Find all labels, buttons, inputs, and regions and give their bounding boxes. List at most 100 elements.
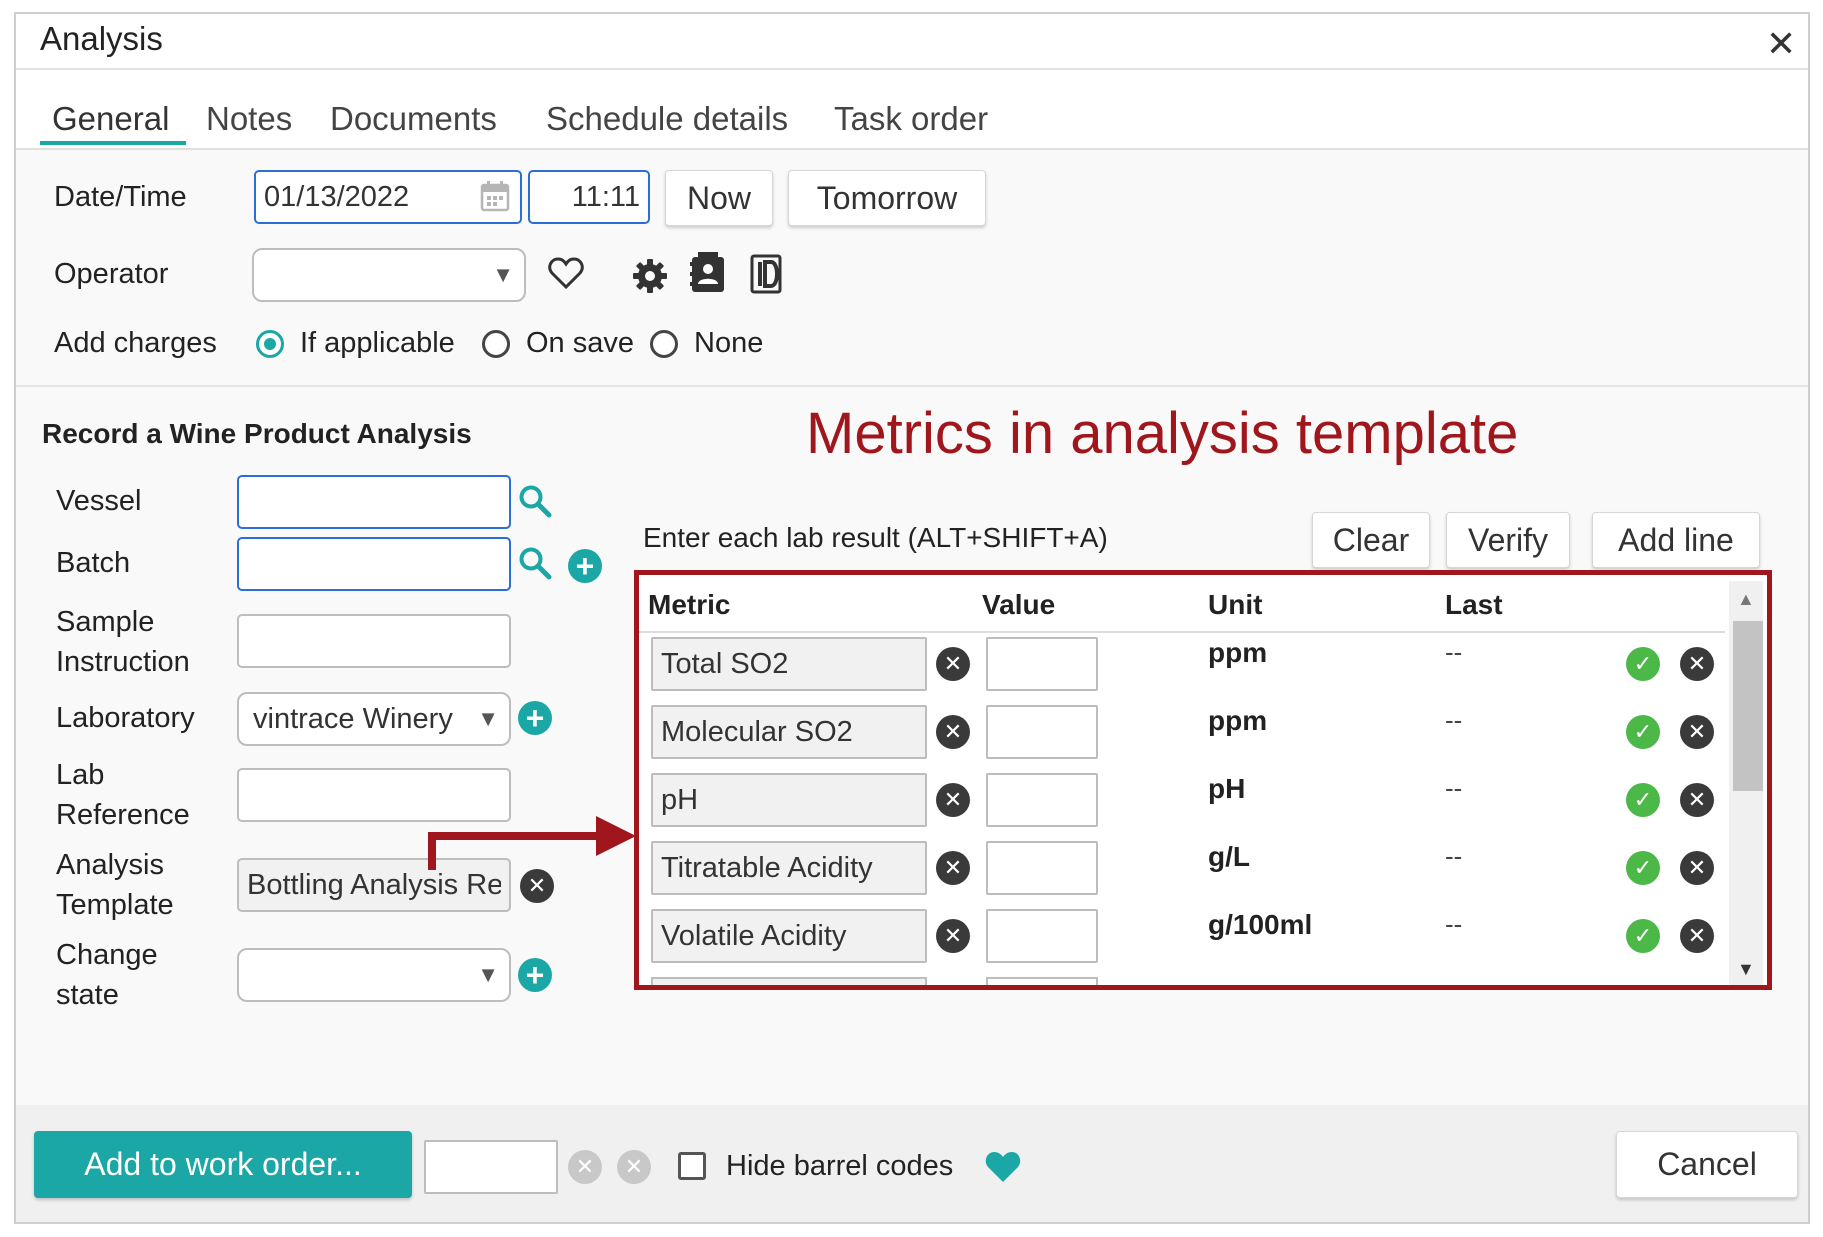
datetime-label: Date/Time <box>54 181 187 213</box>
value-input-molecular-so2[interactable] <box>986 705 1098 759</box>
check-icon[interactable]: ✓ <box>1626 647 1660 681</box>
cancel-button[interactable]: Cancel <box>1616 1131 1798 1198</box>
analysis-template-label: Analysis Template <box>56 845 174 925</box>
tab-notes[interactable]: Notes <box>206 100 292 138</box>
change-state-label: Change state <box>56 935 158 1015</box>
laboratory-select[interactable]: vintrace Winery ▼ <box>237 692 511 746</box>
scroll-down-icon[interactable]: ▼ <box>1737 959 1755 980</box>
metric-remove-icon[interactable]: ✕ <box>936 715 970 749</box>
labref-label-line1: Lab <box>56 759 105 791</box>
charge-none-radio[interactable] <box>650 330 678 358</box>
change-state-add-icon[interactable]: + <box>518 958 552 992</box>
laboratory-add-icon[interactable]: + <box>518 701 552 735</box>
batch-input[interactable] <box>237 537 511 591</box>
last-titratable-acidity: -- <box>1445 841 1463 871</box>
check-icon[interactable]: ✓ <box>1626 715 1660 749</box>
metric-input-total-so2[interactable] <box>651 637 927 691</box>
vessel-search-icon[interactable] <box>518 484 552 518</box>
hide-barrel-codes-label: Hide barrel codes <box>726 1150 954 1182</box>
unit-total-so2: ppm <box>1208 637 1268 668</box>
sample-instruction-label: Sample Instruction <box>56 602 190 682</box>
sample-label-line2: Instruction <box>56 646 190 678</box>
batch-add-icon[interactable]: + <box>568 549 602 583</box>
time-input[interactable] <box>528 170 650 224</box>
unit-molecular-so2: ppm <box>1208 705 1268 736</box>
metric-remove-icon[interactable]: ✕ <box>936 647 970 681</box>
metric-input-partial[interactable] <box>651 977 927 985</box>
template-remove-icon[interactable]: ✕ <box>520 869 554 903</box>
change-state-select[interactable]: ▼ <box>237 948 511 1002</box>
hide-barrel-codes-checkbox[interactable] <box>678 1152 706 1180</box>
scrollbar-thumb[interactable] <box>1733 621 1763 791</box>
metrics-scrollbar[interactable]: ▲ ▼ <box>1729 581 1763 985</box>
row-remove-icon[interactable]: ✕ <box>1680 647 1714 681</box>
row-remove-icon[interactable]: ✕ <box>1680 919 1714 953</box>
metric-remove-icon[interactable]: ✕ <box>936 919 970 953</box>
verify-button[interactable]: Verify <box>1446 512 1570 568</box>
document-id-icon[interactable] <box>750 254 786 294</box>
calendar-icon[interactable] <box>480 180 510 212</box>
tab-task-order[interactable]: Task order <box>834 100 988 138</box>
close-icon[interactable]: ✕ <box>1766 26 1796 62</box>
sample-instruction-input[interactable] <box>237 614 511 668</box>
laboratory-value: vintrace Winery <box>253 702 453 735</box>
work-order-input[interactable] <box>424 1140 558 1194</box>
contact-card-icon[interactable] <box>690 252 726 294</box>
metric-input-ph[interactable] <box>651 773 927 827</box>
charge-none-label: None <box>694 327 764 359</box>
favorite-heart-icon[interactable] <box>984 1150 1022 1184</box>
laboratory-label: Laboratory <box>56 702 195 734</box>
last-molecular-so2: -- <box>1445 705 1463 735</box>
charge-if-applicable-radio[interactable] <box>256 330 284 358</box>
tomorrow-button[interactable]: Tomorrow <box>788 170 986 226</box>
charge-on-save-radio[interactable] <box>482 330 510 358</box>
row-remove-icon[interactable]: ✕ <box>1680 715 1714 749</box>
tab-schedule-details[interactable]: Schedule details <box>546 100 788 138</box>
vessel-label: Vessel <box>56 485 142 517</box>
value-input-total-so2[interactable] <box>986 637 1098 691</box>
header-divider <box>639 631 1725 633</box>
labref-label-line2: Reference <box>56 799 190 831</box>
check-icon[interactable]: ✓ <box>1626 919 1660 953</box>
charge-on-save-label: On save <box>526 327 634 359</box>
metric-input-titratable-acidity[interactable] <box>651 841 927 895</box>
metric-input-molecular-so2[interactable] <box>651 705 927 759</box>
metric-input-volatile-acidity[interactable] <box>651 909 927 963</box>
value-input-titratable-acidity[interactable] <box>986 841 1098 895</box>
add-line-button[interactable]: Add line <box>1592 512 1760 568</box>
row-remove-icon[interactable]: ✕ <box>1680 783 1714 817</box>
check-icon[interactable]: ✓ <box>1626 851 1660 885</box>
last-volatile-acidity: -- <box>1445 909 1463 939</box>
last-total-so2: -- <box>1445 637 1463 667</box>
metric-remove-icon[interactable]: ✕ <box>936 851 970 885</box>
clear-button[interactable]: Clear <box>1312 512 1430 568</box>
check-icon[interactable]: ✓ <box>1626 783 1660 817</box>
add-to-work-order-button[interactable]: Add to work order... <box>34 1131 412 1198</box>
operator-select[interactable]: ▼ <box>252 248 526 302</box>
metric-remove-icon[interactable]: ✕ <box>936 783 970 817</box>
last-ph: -- <box>1445 773 1463 803</box>
record-section-title: Record a Wine Product Analysis <box>42 418 472 449</box>
value-input-volatile-acidity[interactable] <box>986 909 1098 963</box>
row-remove-icon[interactable]: ✕ <box>1680 851 1714 885</box>
now-button[interactable]: Now <box>665 170 773 226</box>
metrics-table: Metric Value Unit Last ✕ ppm -- ✓ ✕ ✕ pp… <box>634 570 1772 990</box>
add-charges-label: Add charges <box>54 327 217 359</box>
batch-search-icon[interactable] <box>518 546 552 580</box>
tab-general[interactable]: General <box>52 100 169 138</box>
vessel-input[interactable] <box>237 475 511 529</box>
column-header-metric: Metric <box>648 589 731 620</box>
column-header-last: Last <box>1445 589 1503 620</box>
sample-label-line1: Sample <box>56 606 155 638</box>
tab-documents[interactable]: Documents <box>330 100 497 138</box>
value-input-ph[interactable] <box>986 773 1098 827</box>
value-input-partial[interactable] <box>986 977 1098 985</box>
lab-result-instruction: Enter each lab result (ALT+SHIFT+A) <box>643 522 1108 553</box>
heart-icon[interactable] <box>548 256 584 290</box>
scroll-up-icon[interactable]: ▲ <box>1737 589 1755 610</box>
dialog-title: Analysis <box>40 20 163 57</box>
change-state-line2: state <box>56 979 119 1011</box>
unit-titratable-acidity: g/L <box>1208 841 1250 872</box>
section-divider <box>16 385 1808 387</box>
gear-icon[interactable] <box>632 258 668 294</box>
